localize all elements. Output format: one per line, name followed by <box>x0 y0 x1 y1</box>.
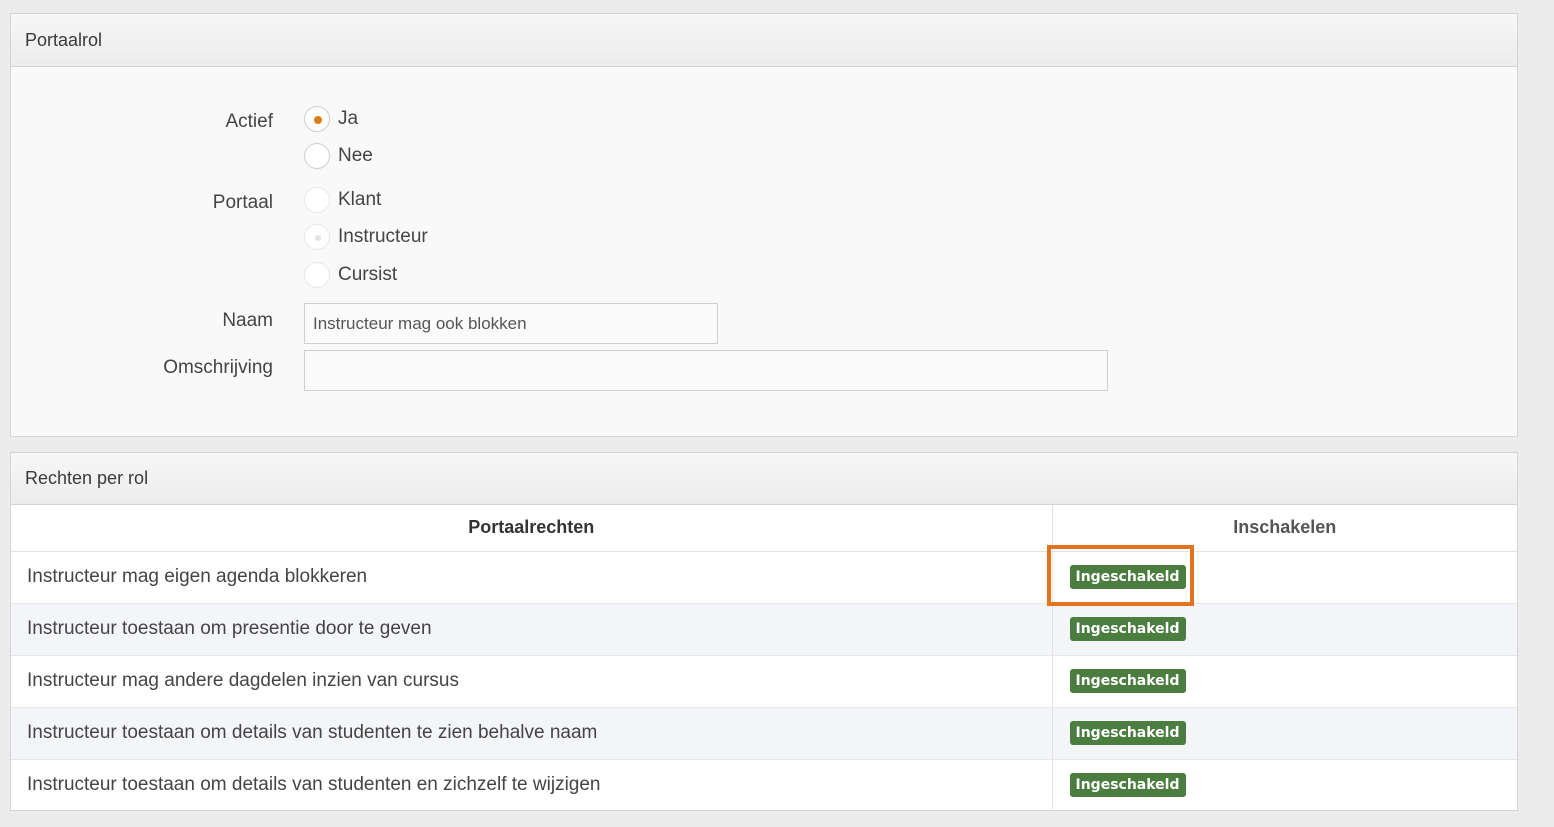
omschrijving-input[interactable] <box>304 350 1108 391</box>
table-row: Instructeur toestaan om details van stud… <box>11 758 1517 811</box>
right-name: Instructeur toestaan om presentie door t… <box>11 602 1053 655</box>
radio-label-cursist: Cursist <box>338 264 398 285</box>
radio-button[interactable] <box>304 187 330 213</box>
status-cell: Ingeschakeld <box>1052 602 1517 655</box>
status-badge[interactable]: Ingeschakeld <box>1069 617 1186 641</box>
table-row: Instructeur toestaan om presentie door t… <box>11 602 1517 655</box>
status-cell: Ingeschakeld <box>1052 654 1517 707</box>
radio-actief-nee[interactable]: Nee <box>304 142 373 170</box>
table-header-row: Portaalrechten Inschakelen <box>11 505 1517 552</box>
radio-button[interactable] <box>304 143 330 169</box>
omschrijving-label: Omschrijving <box>163 357 273 378</box>
radio-button-checked[interactable] <box>304 224 330 250</box>
table-row: Instructeur mag andere dagdelen inzien v… <box>11 654 1517 707</box>
radio-button-checked[interactable] <box>304 106 330 132</box>
actief-label: Actief <box>225 111 273 132</box>
status-badge[interactable]: Ingeschakeld <box>1069 669 1186 693</box>
table-row: Instructeur mag eigen agenda blokkeren I… <box>11 550 1517 603</box>
radio-label-instructeur: Instructeur <box>338 226 428 247</box>
radio-label-nee: Nee <box>338 145 373 166</box>
status-cell: Ingeschakeld <box>1052 706 1517 759</box>
status-badge[interactable]: Ingeschakeld <box>1069 773 1186 798</box>
portaal-label: Portaal <box>212 192 273 213</box>
column-header-inschakelen: Inschakelen <box>1052 505 1517 552</box>
portaalrol-title: Portaalrol <box>11 14 1517 67</box>
naam-input[interactable]: Instructeur mag ook blokken <box>304 303 718 344</box>
right-name: Instructeur mag andere dagdelen inzien v… <box>11 654 1053 707</box>
radio-portaal-instructeur[interactable]: Instructeur <box>304 223 428 251</box>
right-name: Instructeur mag eigen agenda blokkeren <box>11 550 1053 603</box>
status-badge[interactable]: Ingeschakeld <box>1069 565 1186 589</box>
right-name: Instructeur toestaan om details van stud… <box>11 706 1053 759</box>
radio-actief-ja[interactable]: Ja <box>304 105 358 133</box>
portaalrol-panel: Portaalrol Actief Ja Nee Portaal Klant I… <box>10 13 1518 437</box>
radio-portaal-klant[interactable]: Klant <box>304 186 381 214</box>
rechten-title: Rechten per rol <box>11 453 1517 505</box>
radio-button[interactable] <box>304 262 330 288</box>
column-header-portaalrechten: Portaalrechten <box>11 505 1053 552</box>
status-badge[interactable]: Ingeschakeld <box>1069 721 1186 745</box>
rights-table: Portaalrechten Inschakelen Instructeur m… <box>11 505 1517 811</box>
right-name: Instructeur toestaan om details van stud… <box>11 758 1053 811</box>
radio-label-ja: Ja <box>338 108 359 129</box>
table-row: Instructeur toestaan om details van stud… <box>11 706 1517 759</box>
radio-label-klant: Klant <box>338 189 382 210</box>
rechten-panel: Rechten per rol Portaalrechten Inschakel… <box>10 452 1518 811</box>
radio-portaal-cursist[interactable]: Cursist <box>304 261 397 289</box>
status-cell: Ingeschakeld <box>1052 550 1517 603</box>
naam-label: Naam <box>222 310 273 331</box>
status-cell: Ingeschakeld <box>1052 758 1517 811</box>
